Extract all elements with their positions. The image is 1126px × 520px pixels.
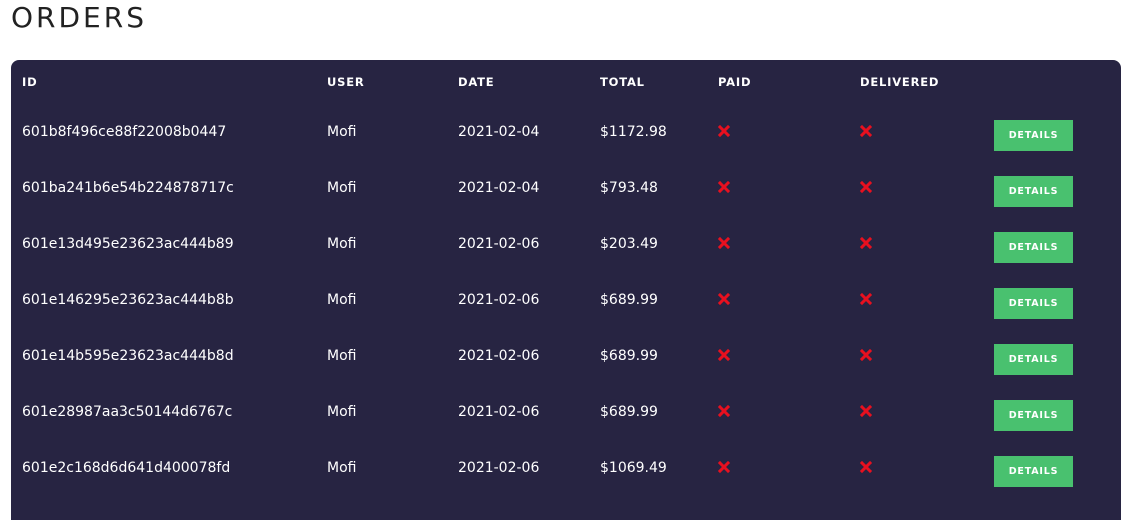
details-button[interactable]: DETAILS [994,344,1073,375]
times-icon [860,461,872,473]
paid-status [707,104,849,160]
times-icon [718,125,730,137]
order-date: 2021-02-06 [458,460,540,476]
order-user: Mofi [327,292,357,308]
order-id: 601e146295e23623ac444b8b [22,292,234,308]
order-total: $689.99 [600,292,658,308]
actions-cell: DETAILS [992,384,1121,440]
delivered-status [849,104,992,160]
order-date: 2021-02-06 [458,236,540,252]
actions-cell: DETAILS [992,160,1121,216]
header-id: ID [22,75,38,89]
order-id: 601e28987aa3c50144d6767c [22,404,233,420]
paid-status [707,160,849,216]
times-icon [860,125,872,137]
times-icon [860,237,872,249]
times-icon [860,181,872,193]
order-user: Mofi [327,180,357,196]
times-icon [718,237,730,249]
paid-status [707,384,849,440]
actions-cell: DETAILS [992,272,1121,328]
order-id: 601b8f496ce88f22008b0447 [22,124,227,140]
paid-status [707,216,849,272]
actions-cell: DETAILS [992,328,1121,384]
details-button[interactable]: DETAILS [994,176,1073,207]
paid-status [707,328,849,384]
delivered-status [849,328,992,384]
order-user: Mofi [327,348,357,364]
table-row: 601e13d495e23623ac444b89 Mofi 2021-02-06… [11,216,1121,272]
times-icon [718,405,730,417]
orders-table-header: ID USER DATE TOTAL PAID DELIVERED [11,60,1121,104]
orders-table-card: ID USER DATE TOTAL PAID DELIVERED 601b8f… [11,60,1121,520]
order-user: Mofi [327,236,357,252]
times-icon [860,293,872,305]
paid-status [707,272,849,328]
times-icon [860,349,872,361]
order-user: Mofi [327,460,357,476]
delivered-status [849,384,992,440]
delivered-status [849,216,992,272]
order-id: 601ba241b6e54b224878717c [22,180,234,196]
actions-cell: DETAILS [992,216,1121,272]
header-date: DATE [458,75,495,89]
table-row: 601e2c168d6d641d400078fd Mofi 2021-02-06… [11,440,1121,496]
orders-table-body: 601b8f496ce88f22008b0447 Mofi 2021-02-04… [11,104,1121,496]
header-row: ID USER DATE TOTAL PAID DELIVERED [11,60,1121,104]
order-id: 601e13d495e23623ac444b89 [22,236,234,252]
orders-table: ID USER DATE TOTAL PAID DELIVERED 601b8f… [11,60,1121,496]
order-user: Mofi [327,124,357,140]
order-total: $203.49 [600,236,658,252]
order-id: 601e14b595e23623ac444b8d [22,348,234,364]
times-icon [718,181,730,193]
header-user: USER [327,75,365,89]
details-button[interactable]: DETAILS [994,456,1073,487]
order-id: 601e2c168d6d641d400078fd [22,460,231,476]
header-delivered: DELIVERED [860,75,940,89]
table-row: 601e14b595e23623ac444b8d Mofi 2021-02-06… [11,328,1121,384]
details-button[interactable]: DETAILS [994,400,1073,431]
actions-cell: DETAILS [992,440,1121,496]
order-total: $1069.49 [600,460,667,476]
table-row: 601e146295e23623ac444b8b Mofi 2021-02-06… [11,272,1121,328]
order-user: Mofi [327,404,357,420]
order-date: 2021-02-04 [458,124,540,140]
table-row: 601b8f496ce88f22008b0447 Mofi 2021-02-04… [11,104,1121,160]
paid-status [707,440,849,496]
table-row: 601e28987aa3c50144d6767c Mofi 2021-02-06… [11,384,1121,440]
order-total: $689.99 [600,404,658,420]
table-row: 601ba241b6e54b224878717c Mofi 2021-02-04… [11,160,1121,216]
page-title: ORDERS [11,1,147,34]
delivered-status [849,440,992,496]
times-icon [718,293,730,305]
times-icon [718,349,730,361]
delivered-status [849,272,992,328]
order-date: 2021-02-06 [458,348,540,364]
times-icon [860,405,872,417]
actions-cell: DETAILS [992,104,1121,160]
details-button[interactable]: DETAILS [994,232,1073,263]
details-button[interactable]: DETAILS [994,288,1073,319]
details-button[interactable]: DETAILS [994,120,1073,151]
order-total: $689.99 [600,348,658,364]
order-date: 2021-02-06 [458,404,540,420]
header-total: TOTAL [600,75,645,89]
order-total: $793.48 [600,180,658,196]
header-paid: PAID [718,75,752,89]
order-date: 2021-02-04 [458,180,540,196]
order-date: 2021-02-06 [458,292,540,308]
header-actions [992,60,1121,104]
times-icon [718,461,730,473]
delivered-status [849,160,992,216]
order-total: $1172.98 [600,124,667,140]
